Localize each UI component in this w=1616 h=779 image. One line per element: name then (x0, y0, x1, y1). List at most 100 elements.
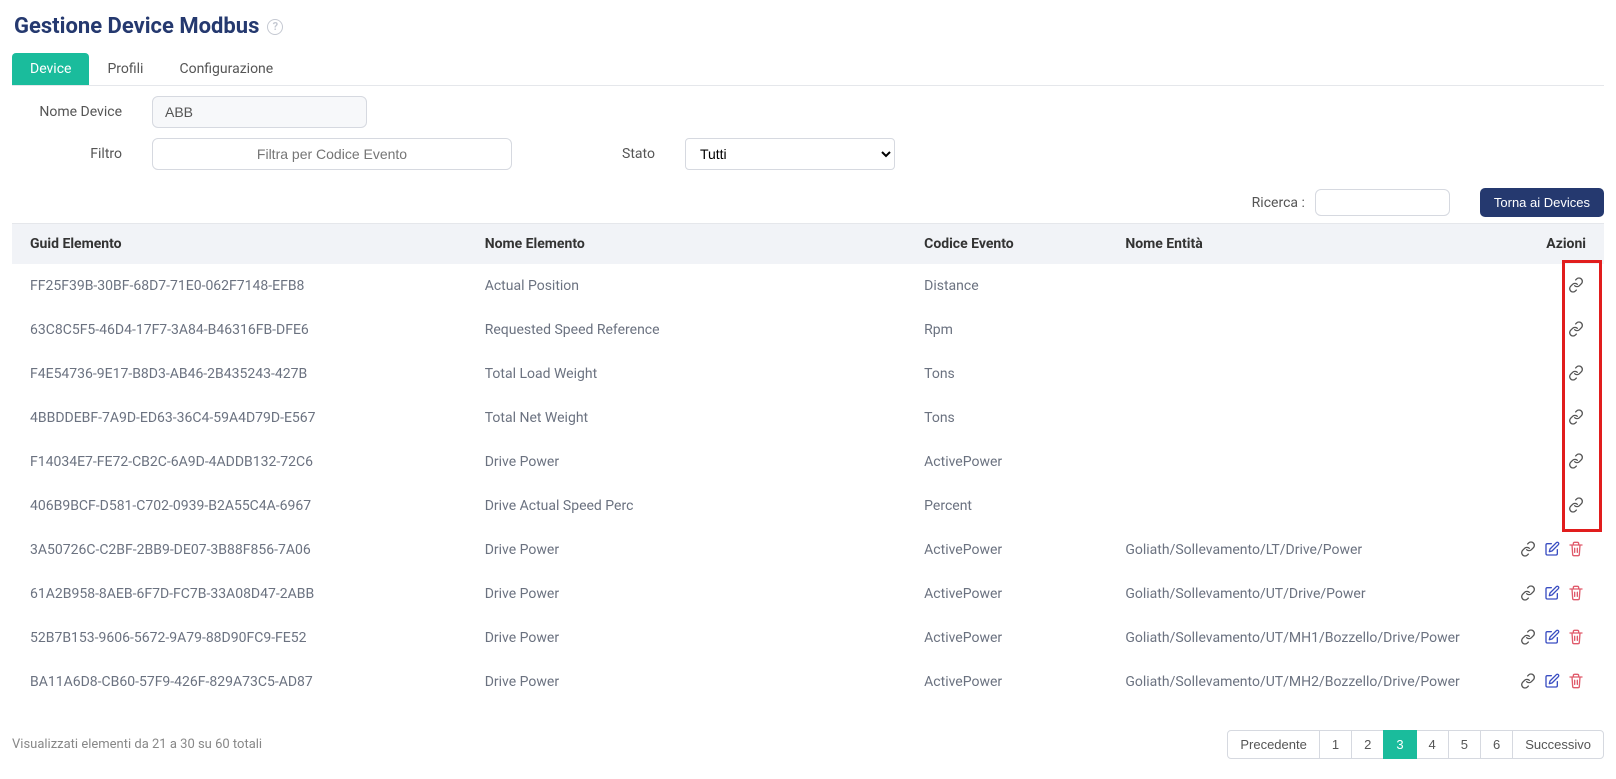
cell-name: Actual Position (467, 264, 906, 308)
link-icon[interactable] (1566, 495, 1586, 515)
tab-device[interactable]: Device (12, 53, 89, 85)
cell-guid: 406B9BCF-D581-C702-0939-B2A55C4A-6967 (12, 484, 467, 528)
cell-code: ActivePower (906, 440, 1107, 484)
pager-page-3[interactable]: 3 (1383, 730, 1416, 759)
tab-configurazione[interactable]: Configurazione (161, 53, 291, 85)
cell-actions (1478, 660, 1604, 704)
cell-name: Drive Power (467, 660, 906, 704)
cell-actions (1478, 264, 1604, 308)
tab-profili[interactable]: Profili (89, 53, 161, 85)
link-icon[interactable] (1566, 451, 1586, 471)
pager-next[interactable]: Successivo (1512, 730, 1604, 759)
cell-name: Drive Power (467, 528, 906, 572)
pager-page-5[interactable]: 5 (1448, 730, 1481, 759)
table-row: 3A50726C-C2BF-2BB9-DE07-3B88F856-7A06Dri… (12, 528, 1604, 572)
search-input[interactable] (1315, 189, 1450, 216)
search-label: Ricerca : (1252, 195, 1305, 211)
cell-entity: Goliath/Sollevamento/UT/Drive/Power (1107, 572, 1477, 616)
state-label: Stato (622, 146, 655, 162)
cell-code: ActivePower (906, 528, 1107, 572)
cell-name: Drive Power (467, 572, 906, 616)
cell-name: Total Load Weight (467, 352, 906, 396)
filter-label: Filtro (12, 146, 122, 162)
cell-guid: 4BBDDEBF-7A9D-ED63-36C4-59A4D79D-E567 (12, 396, 467, 440)
cell-entity (1107, 396, 1477, 440)
cell-guid: 3A50726C-C2BF-2BB9-DE07-3B88F856-7A06 (12, 528, 467, 572)
cell-actions (1478, 396, 1604, 440)
data-table: Guid Elemento Nome Elemento Codice Event… (12, 223, 1604, 704)
edit-icon[interactable] (1542, 671, 1562, 691)
cell-entity (1107, 484, 1477, 528)
table-row: 52B7B153-9606-5672-9A79-88D90FC9-FE52Dri… (12, 616, 1604, 660)
cell-entity: Goliath/Sollevamento/UT/MH1/Bozzello/Dri… (1107, 616, 1477, 660)
link-icon[interactable] (1518, 671, 1538, 691)
col-name: Nome Elemento (467, 224, 906, 265)
trash-icon[interactable] (1566, 671, 1586, 691)
filter-input[interactable] (152, 138, 512, 170)
table-row: 4BBDDEBF-7A9D-ED63-36C4-59A4D79D-E567Tot… (12, 396, 1604, 440)
name-label: Nome Device (12, 104, 122, 120)
link-icon[interactable] (1566, 363, 1586, 383)
cell-code: ActivePower (906, 572, 1107, 616)
edit-icon[interactable] (1542, 583, 1562, 603)
table-row: FF25F39B-30BF-68D7-71E0-062F7148-EFB8Act… (12, 264, 1604, 308)
cell-code: Distance (906, 264, 1107, 308)
trash-icon[interactable] (1566, 539, 1586, 559)
link-icon[interactable] (1566, 319, 1586, 339)
cell-entity (1107, 440, 1477, 484)
col-code: Codice Evento (906, 224, 1107, 265)
pager-page-1[interactable]: 1 (1319, 730, 1352, 759)
cell-entity (1107, 352, 1477, 396)
trash-icon[interactable] (1566, 627, 1586, 647)
trash-icon[interactable] (1566, 583, 1586, 603)
pager-page-4[interactable]: 4 (1416, 730, 1449, 759)
tabs: Device Profili Configurazione (12, 53, 1604, 86)
cell-actions (1478, 308, 1604, 352)
cell-code: Rpm (906, 308, 1107, 352)
cell-entity (1107, 308, 1477, 352)
footer-summary: Visualizzati elementi da 21 a 30 su 60 t… (12, 737, 262, 752)
state-select[interactable]: Tutti (685, 138, 895, 170)
link-icon[interactable] (1518, 583, 1538, 603)
cell-name: Drive Power (467, 616, 906, 660)
cell-actions (1478, 440, 1604, 484)
cell-entity: Goliath/Sollevamento/UT/MH2/Bozzello/Dri… (1107, 660, 1477, 704)
link-icon[interactable] (1518, 627, 1538, 647)
cell-actions (1478, 484, 1604, 528)
link-icon[interactable] (1566, 407, 1586, 427)
table-row: F14034E7-FE72-CB2C-6A9D-4ADDB132-72C6Dri… (12, 440, 1604, 484)
col-entity: Nome Entità (1107, 224, 1477, 265)
table-row: 61A2B958-8AEB-6F7D-FC7B-33A08D47-2ABBDri… (12, 572, 1604, 616)
cell-guid: 52B7B153-9606-5672-9A79-88D90FC9-FE52 (12, 616, 467, 660)
cell-guid: 63C8C5F5-46D4-17F7-3A84-B46316FB-DFE6 (12, 308, 467, 352)
pager-page-2[interactable]: 2 (1351, 730, 1384, 759)
table-row: F4E54736-9E17-B8D3-AB46-2B435243-427BTot… (12, 352, 1604, 396)
cell-actions (1478, 572, 1604, 616)
link-icon[interactable] (1518, 539, 1538, 559)
cell-actions (1478, 352, 1604, 396)
cell-code: ActivePower (906, 616, 1107, 660)
back-to-devices-button[interactable]: Torna ai Devices (1480, 188, 1604, 217)
cell-code: Tons (906, 396, 1107, 440)
table-row: 406B9BCF-D581-C702-0939-B2A55C4A-6967Dri… (12, 484, 1604, 528)
help-icon[interactable]: ? (267, 19, 283, 35)
table-row: 63C8C5F5-46D4-17F7-3A84-B46316FB-DFE6Req… (12, 308, 1604, 352)
page-title: Gestione Device Modbus (14, 14, 259, 39)
cell-code: Percent (906, 484, 1107, 528)
cell-name: Total Net Weight (467, 396, 906, 440)
cell-guid: FF25F39B-30BF-68D7-71E0-062F7148-EFB8 (12, 264, 467, 308)
cell-entity: Goliath/Sollevamento/LT/Drive/Power (1107, 528, 1477, 572)
name-input[interactable] (152, 96, 367, 128)
edit-icon[interactable] (1542, 539, 1562, 559)
cell-guid: F14034E7-FE72-CB2C-6A9D-4ADDB132-72C6 (12, 440, 467, 484)
pager-page-6[interactable]: 6 (1480, 730, 1513, 759)
cell-code: ActivePower (906, 660, 1107, 704)
cell-guid: F4E54736-9E17-B8D3-AB46-2B435243-427B (12, 352, 467, 396)
link-icon[interactable] (1566, 275, 1586, 295)
edit-icon[interactable] (1542, 627, 1562, 647)
pagination: Precedente123456Successivo (1227, 730, 1604, 759)
cell-guid: BA11A6D8-CB60-57F9-426F-829A73C5-AD87 (12, 660, 467, 704)
col-actions: Azioni (1478, 224, 1604, 265)
cell-code: Tons (906, 352, 1107, 396)
pager-prev[interactable]: Precedente (1227, 730, 1320, 759)
